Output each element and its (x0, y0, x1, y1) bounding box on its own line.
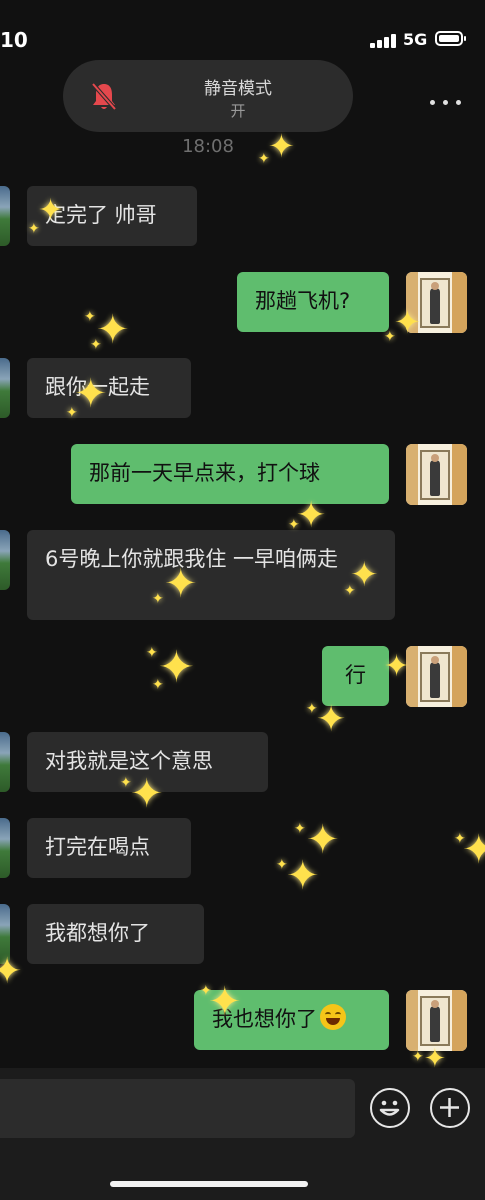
received-message[interactable]: 打完在喝点 (27, 818, 191, 878)
sent-message[interactable]: 那趟飞机? (237, 272, 389, 332)
add-button[interactable] (430, 1088, 470, 1128)
contact-avatar[interactable] (0, 530, 10, 590)
sparkle-icon: ✦ (0, 951, 23, 992)
mute-mode-title: 静音模式 (204, 79, 272, 99)
sparkle-icon: ✦ (120, 775, 132, 791)
my-avatar[interactable] (406, 990, 467, 1051)
sparkle-icon: ✦ (146, 645, 158, 661)
received-message[interactable]: 跟你一起走 (27, 358, 191, 418)
message-timestamp: 18:08 (182, 136, 234, 157)
sparkle-icon: ✦ (316, 699, 347, 740)
received-message[interactable]: 6号晚上你就跟我住 一早咱俩走 (27, 530, 395, 620)
contact-avatar[interactable] (0, 186, 10, 246)
sparkle-icon: ✦ (208, 979, 242, 1025)
my-avatar[interactable] (406, 646, 467, 707)
sparkle-icon: ✦ (152, 677, 164, 693)
mute-mode-state: 开 (230, 102, 246, 120)
contact-avatar[interactable] (0, 358, 10, 418)
sparkle-icon: ✦ (276, 857, 288, 873)
message-text: 行 (345, 663, 366, 687)
battery-icon (435, 31, 466, 46)
my-avatar[interactable] (406, 444, 467, 505)
home-indicator[interactable] (110, 1181, 308, 1187)
status-bar: 10 5G (0, 0, 485, 60)
input-bar (0, 1068, 485, 1200)
message-text: 对我就是这个意思 (45, 749, 213, 773)
sparkle-icon: ✦ (294, 821, 306, 837)
message-text: 打完在喝点 (45, 835, 150, 859)
contact-avatar[interactable] (0, 732, 10, 792)
received-message[interactable]: 我都想你了 (27, 904, 204, 964)
sent-message[interactable]: 那前一天早点来，打个球 (71, 444, 389, 504)
sparkle-icon: ✦ (74, 371, 108, 417)
sparkle-icon: ✦ (384, 329, 396, 345)
mute-mode-banner[interactable]: 静音模式 开 (63, 60, 353, 132)
message-text: 那前一天早点来，打个球 (89, 461, 320, 485)
sparkle-icon: ✦ (268, 127, 295, 165)
contact-avatar[interactable] (0, 818, 10, 878)
sparkle-icon: ✦ (286, 853, 320, 899)
emoji-button[interactable] (370, 1088, 410, 1128)
sparkle-icon: ✦ (384, 649, 410, 684)
network-type: 5G (403, 30, 428, 49)
plus-circle-icon (440, 1098, 459, 1117)
sparkle-icon: ✦ (164, 561, 198, 607)
sparkle-icon: ✦ (296, 495, 327, 536)
sparkle-icon: ✦ (412, 1049, 424, 1065)
sparkle-icon: ✦ (130, 771, 164, 817)
message-text: 那趟飞机? (255, 289, 351, 313)
more-horizontal-icon (430, 100, 435, 105)
sent-message[interactable]: 行 (322, 646, 389, 706)
smiley-icon (379, 1100, 400, 1116)
more-options-button[interactable] (430, 96, 462, 110)
sparkle-icon: ✦ (38, 193, 64, 228)
sparkle-icon: ✦ (306, 701, 318, 717)
sparkle-icon: ✦ (84, 309, 96, 325)
message-text: 我都想你了 (45, 921, 150, 945)
message-input[interactable] (0, 1079, 355, 1138)
sparkle-icon: ✦ (200, 983, 212, 999)
sparkle-icon: ✦ (258, 151, 270, 167)
sparkle-icon: ✦ (454, 831, 466, 847)
sparkle-icon: ✦ (394, 303, 421, 341)
signal-icon (370, 34, 398, 48)
status-time: 10 (0, 28, 28, 52)
face-with-tears-of-joy-icon (320, 1004, 346, 1030)
sparkle-icon: ✦ (288, 517, 300, 533)
sparkle-icon: ✦ (90, 337, 102, 353)
sparkle-icon: ✦ (66, 405, 78, 421)
sparkle-icon: ✦ (344, 583, 356, 599)
sparkle-icon: ✦ (28, 221, 40, 237)
sparkle-icon: ✦ (152, 591, 164, 607)
